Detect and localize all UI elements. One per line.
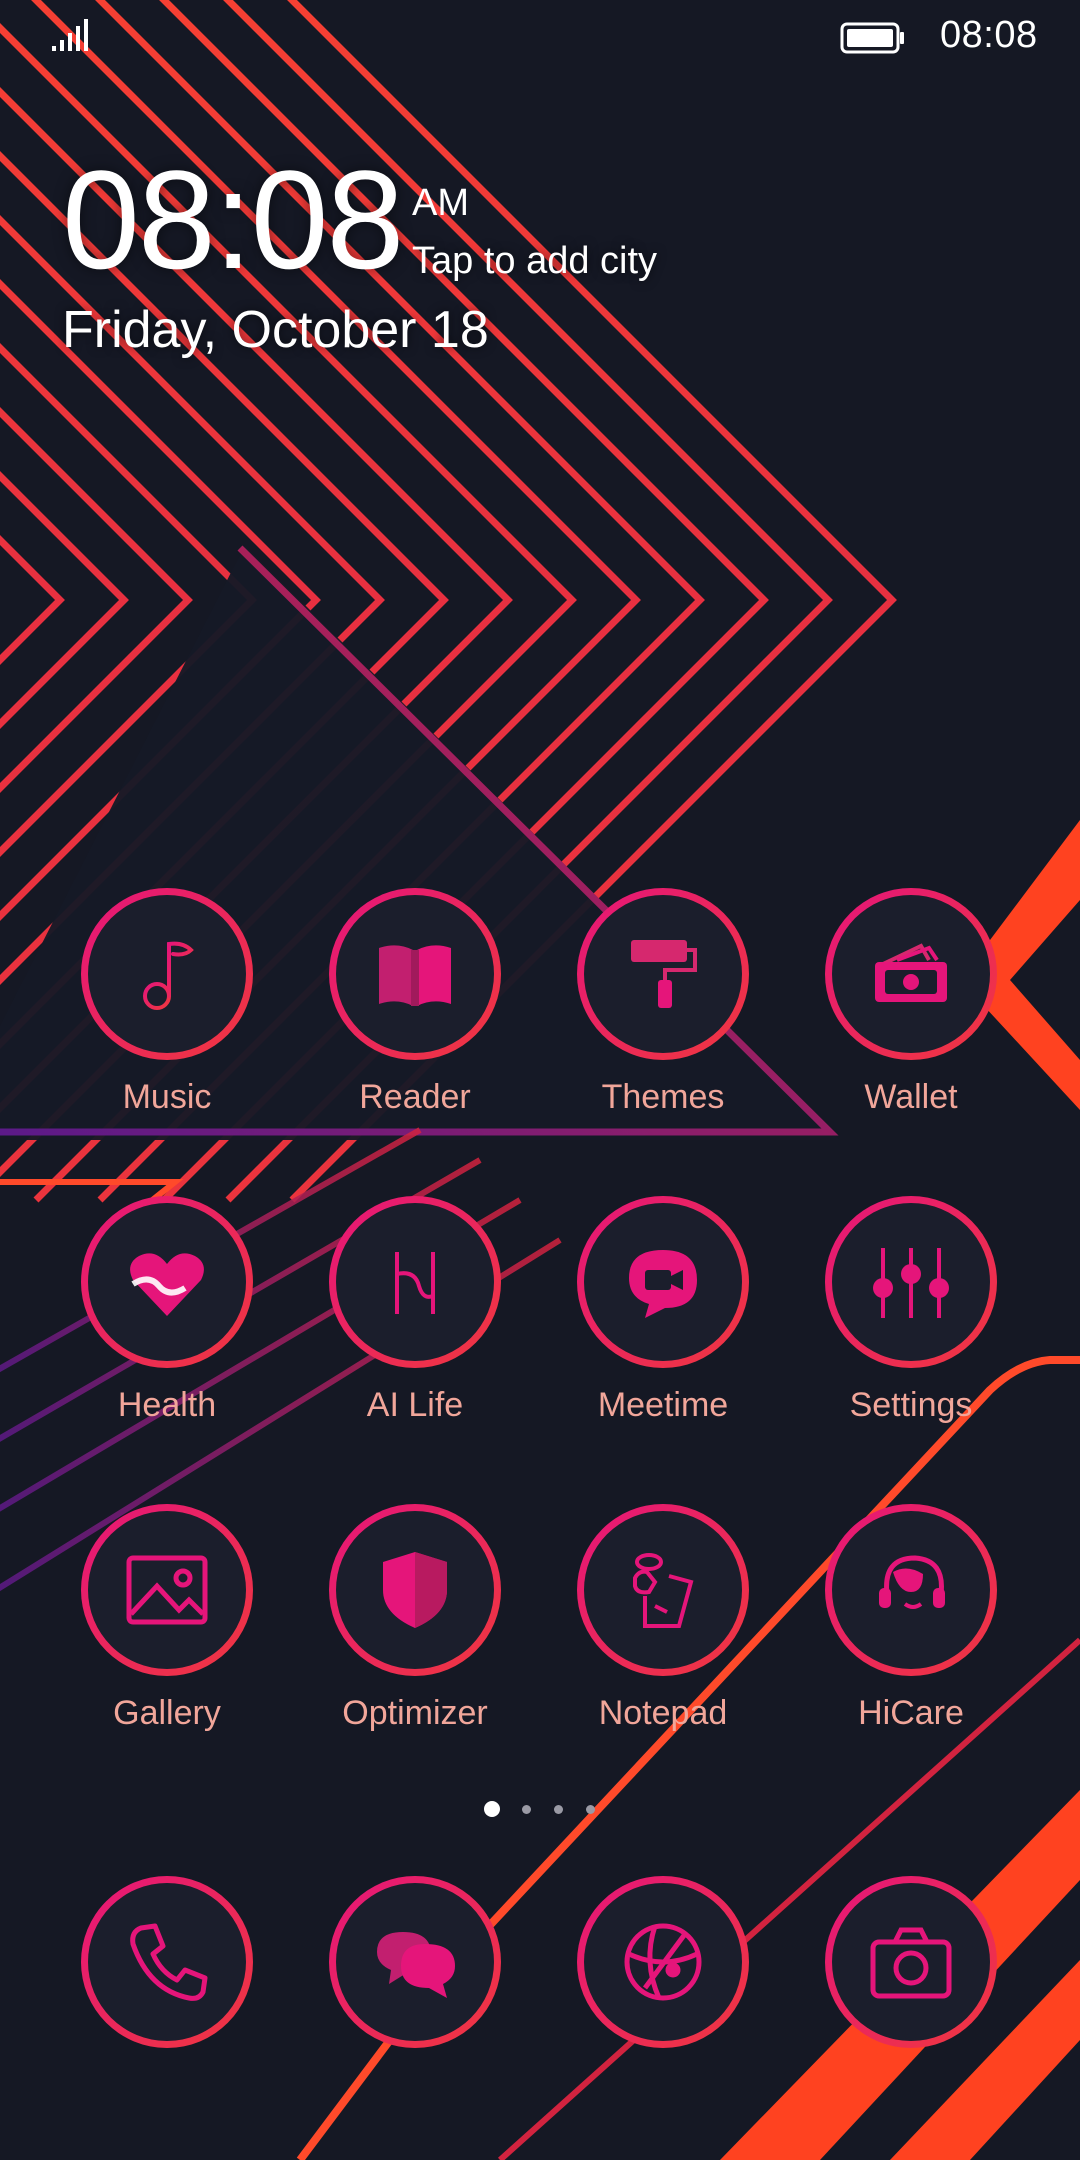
app-icon-ring[interactable]	[81, 1504, 253, 1676]
app-icon-ring[interactable]	[329, 888, 501, 1060]
app-themes[interactable]: Themes	[563, 888, 763, 1148]
clock-time[interactable]: 08:08	[62, 150, 404, 290]
battery-icon	[840, 22, 904, 54]
app-health[interactable]: Health	[67, 1196, 267, 1456]
home-screen: 08:08 08:08 AM Tap to add city Friday, O…	[0, 0, 1080, 2160]
camera-icon	[870, 1927, 952, 1999]
phone-icon	[130, 1923, 208, 2001]
app-icon-ring[interactable]	[825, 888, 997, 1060]
paint-roller-icon	[631, 940, 697, 1008]
app-label: HiCare	[858, 1694, 964, 1732]
dock-messages[interactable]	[315, 1876, 515, 2136]
app-icon-ring[interactable]	[81, 1196, 253, 1368]
wallet-icon	[875, 943, 947, 1002]
app-music[interactable]: Music	[67, 888, 267, 1148]
notepad-icon	[633, 1553, 694, 1628]
status-time: 08:08	[940, 14, 1038, 56]
page-dot[interactable]	[554, 1805, 563, 1814]
app-meetime[interactable]: Meetime	[563, 1196, 763, 1456]
app-icon-ring[interactable]	[577, 888, 749, 1060]
music-note-icon	[143, 941, 194, 1010]
app-icon-ring[interactable]	[577, 1196, 749, 1368]
app-label: Settings	[849, 1386, 973, 1424]
app-wallet[interactable]: Wallet	[811, 888, 1011, 1148]
ai-life-icon	[395, 1252, 435, 1314]
page-dot-active[interactable]	[484, 1801, 500, 1817]
app-icon-ring[interactable]	[577, 1504, 749, 1676]
browser-icon	[624, 1923, 702, 2001]
app-label: Gallery	[113, 1694, 221, 1732]
sliders-icon	[873, 1248, 949, 1318]
app-label: Notepad	[598, 1694, 728, 1732]
add-city-link[interactable]: Tap to add city	[412, 240, 657, 283]
clock-ampm: AM	[412, 182, 469, 224]
app-settings[interactable]: Settings	[811, 1196, 1011, 1456]
app-icon-ring[interactable]	[329, 1196, 501, 1368]
shield-icon	[383, 1552, 447, 1628]
app-label: Music	[122, 1078, 212, 1116]
page-dot[interactable]	[586, 1805, 595, 1814]
video-chat-icon	[629, 1250, 697, 1318]
dock-camera[interactable]	[811, 1876, 1011, 2136]
app-label: AI Life	[366, 1386, 464, 1424]
app-label: Health	[117, 1386, 217, 1424]
app-optimizer[interactable]: Optimizer	[315, 1504, 515, 1764]
signal-icon	[52, 19, 88, 51]
status-bar: 08:08	[0, 0, 1080, 72]
app-icon-ring[interactable]	[329, 1876, 501, 2048]
page-dot[interactable]	[522, 1805, 531, 1814]
app-icon-ring[interactable]	[329, 1504, 501, 1676]
dock-phone[interactable]	[67, 1876, 267, 2136]
app-icon-ring[interactable]	[81, 1876, 253, 2048]
clock-widget[interactable]: 08:08 AM Tap to add city Friday, October…	[62, 150, 762, 380]
app-icon-ring[interactable]	[825, 1504, 997, 1676]
dock-browser[interactable]	[563, 1876, 763, 2136]
messages-icon	[377, 1932, 455, 1998]
app-ai-life[interactable]: AI Life	[315, 1196, 515, 1456]
app-gallery[interactable]: Gallery	[67, 1504, 267, 1764]
support-agent-icon	[879, 1555, 945, 1609]
app-reader[interactable]: Reader	[315, 888, 515, 1148]
app-label: Optimizer	[342, 1694, 488, 1732]
app-icon-ring[interactable]	[577, 1876, 749, 2048]
clock-date[interactable]: Friday, October 18	[62, 300, 489, 360]
image-icon	[126, 1555, 208, 1625]
app-icon-ring[interactable]	[825, 1196, 997, 1368]
heart-icon	[130, 1253, 204, 1316]
app-icon-ring[interactable]	[81, 888, 253, 1060]
app-icon-ring[interactable]	[825, 1876, 997, 2048]
app-label: Meetime	[597, 1386, 729, 1424]
app-hicare[interactable]: HiCare	[811, 1504, 1011, 1764]
book-icon	[379, 945, 451, 1006]
app-label: Themes	[601, 1078, 725, 1116]
app-label: Reader	[359, 1078, 471, 1116]
page-indicator[interactable]	[480, 1801, 600, 1821]
app-label: Wallet	[864, 1078, 958, 1116]
app-notepad[interactable]: Notepad	[563, 1504, 763, 1764]
